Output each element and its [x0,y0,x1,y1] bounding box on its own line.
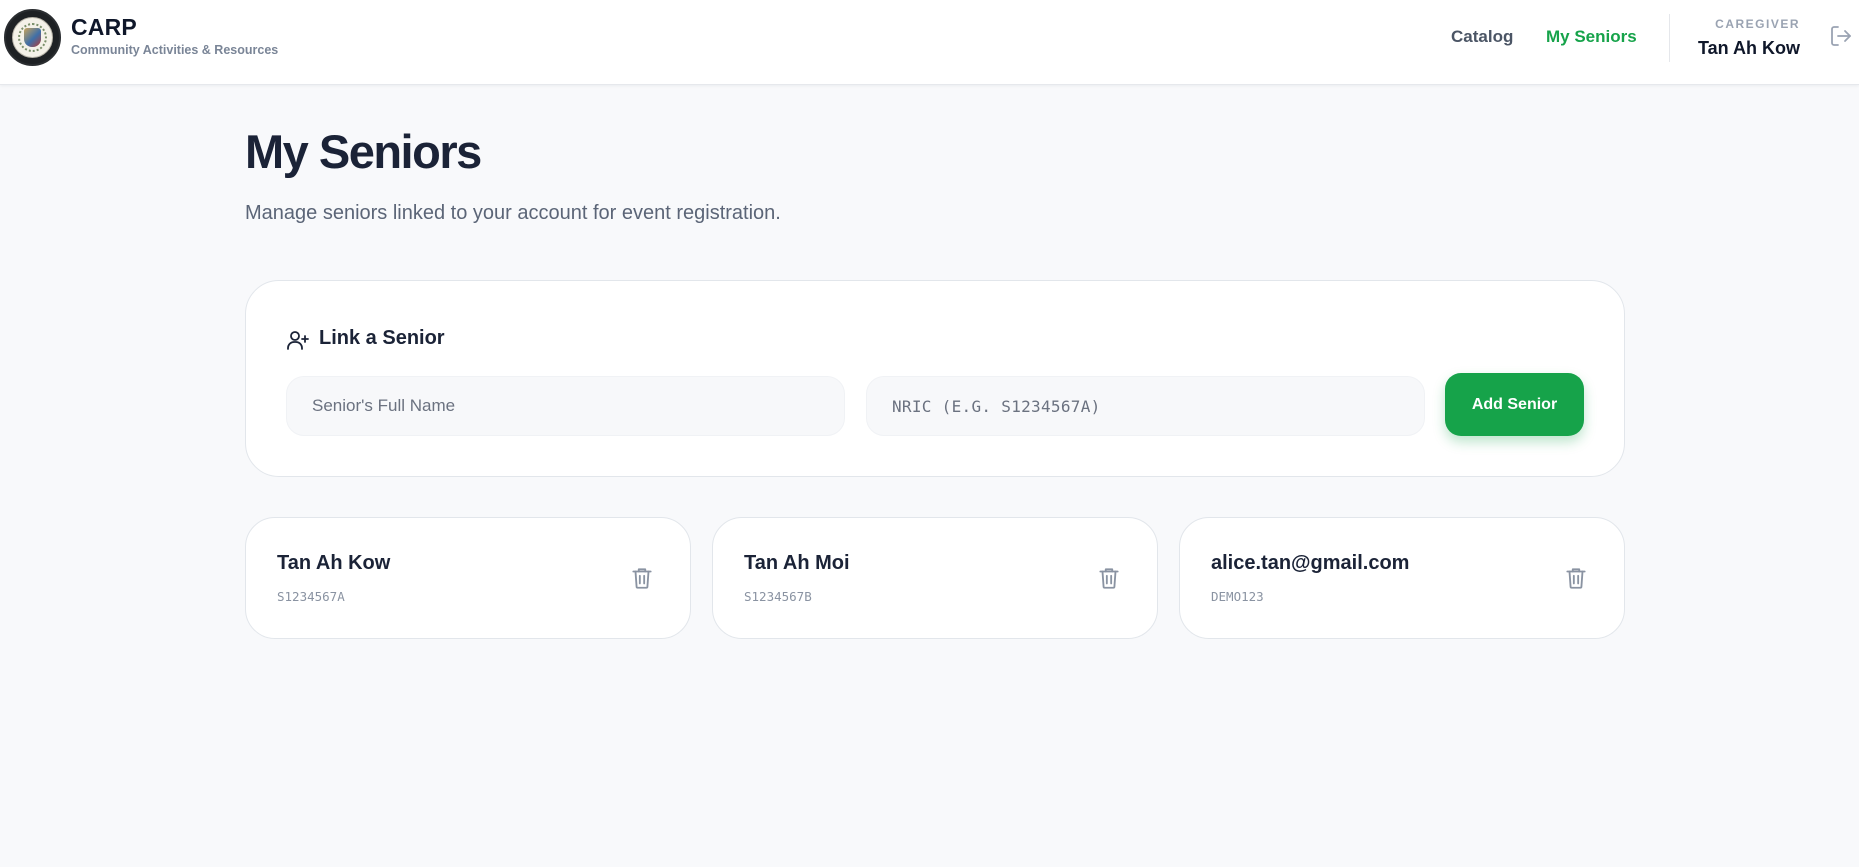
link-senior-card: Link a Senior Add Senior [245,280,1625,477]
senior-name: Tan Ah Moi [744,552,850,574]
user-role-label: CAREGIVER [1715,17,1800,31]
logo-inner [12,17,53,58]
senior-id: S1234567A [277,589,345,604]
trash-icon[interactable] [1563,565,1589,591]
page-title: My Seniors [245,125,482,178]
link-senior-heading: Link a Senior [319,327,445,349]
trash-icon[interactable] [629,565,655,591]
senior-full-name-input[interactable] [286,376,845,436]
senior-id: DEMO123 [1211,589,1264,604]
page-subtitle: Manage seniors linked to your account fo… [245,202,781,224]
trash-icon[interactable] [1096,565,1122,591]
senior-card: Tan Ah Moi S1234567B [712,517,1158,639]
logout-icon[interactable] [1829,24,1855,48]
emblem-seal-icon[interactable] [4,9,61,66]
brand-title: CARP [71,14,137,40]
top-navigation-bar: CARP Community Activities & Resources Ca… [0,0,1859,85]
senior-name: Tan Ah Kow [277,552,391,574]
user-name: Tan Ah Kow [1698,38,1800,58]
add-senior-button[interactable]: Add Senior [1445,373,1584,436]
user-plus-icon [286,328,310,352]
nav-link-catalog[interactable]: Catalog [1451,27,1513,47]
senior-name: alice.tan@gmail.com [1211,552,1410,574]
senior-id: S1234567B [744,589,812,604]
senior-card: Tan Ah Kow S1234567A [245,517,691,639]
nav-link-my-seniors[interactable]: My Seniors [1546,27,1637,47]
senior-nric-input[interactable] [866,376,1425,436]
senior-card: alice.tan@gmail.com DEMO123 [1179,517,1625,639]
nav-divider [1669,14,1670,62]
brand-subtitle: Community Activities & Resources [71,43,279,57]
